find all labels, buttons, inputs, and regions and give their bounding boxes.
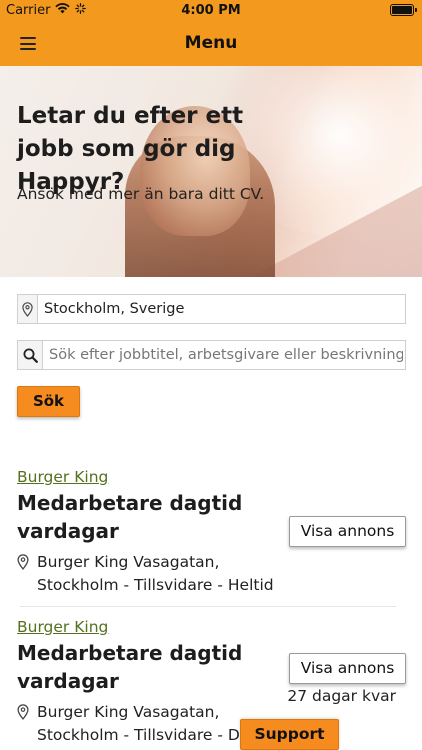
query-input-wrap bbox=[42, 341, 405, 369]
battery-icon bbox=[390, 4, 417, 16]
company-link[interactable]: Burger King bbox=[17, 468, 406, 486]
status-right bbox=[390, 4, 417, 16]
status-bar: Carrier 4:00 PM bbox=[0, 0, 422, 22]
job-location-text: Burger King Vasagatan, Stockholm - Tills… bbox=[37, 551, 274, 597]
job-location-line1: Burger King Vasagatan, bbox=[37, 703, 220, 721]
hero-title-line1: Letar du efter ett bbox=[17, 103, 244, 129]
job-card: Burger King Medarbetare dagtid vardagar … bbox=[17, 618, 406, 747]
location-pin-icon bbox=[17, 701, 37, 747]
view-ad-button[interactable]: Visa annons bbox=[289, 653, 406, 684]
job-location-line2: Stockholm - Tillsvidare - Heltid bbox=[37, 576, 274, 594]
location-pin-icon bbox=[18, 295, 38, 323]
job-location-line2: Stockholm - Tillsvidare - Deltid bbox=[37, 726, 274, 744]
job-location-line1: Burger King Vasagatan, bbox=[37, 553, 220, 571]
search-button[interactable]: Sök bbox=[17, 386, 80, 417]
job-divider bbox=[20, 606, 396, 607]
job-title[interactable]: Medarbetare dagtid vardagar bbox=[17, 489, 267, 545]
hero-subtitle: Ansök med mer än bara ditt CV. bbox=[17, 185, 265, 203]
job-location: Burger King Vasagatan, Stockholm - Tills… bbox=[17, 701, 406, 747]
location-input[interactable] bbox=[38, 301, 398, 317]
query-input[interactable] bbox=[43, 347, 403, 363]
view-ad-button[interactable]: Visa annons bbox=[289, 516, 406, 547]
company-link[interactable]: Burger King bbox=[17, 618, 406, 636]
nav-title: Menu bbox=[184, 33, 238, 53]
status-time: 4:00 PM bbox=[181, 3, 241, 18]
job-card: Burger King Medarbetare dagtid vardagar … bbox=[17, 468, 406, 597]
job-location: Burger King Vasagatan, Stockholm - Tills… bbox=[17, 551, 406, 597]
query-field[interactable] bbox=[17, 340, 406, 370]
job-title[interactable]: Medarbetare dagtid vardagar bbox=[17, 639, 267, 695]
nav-bar: Menu bbox=[0, 22, 422, 66]
days-left-label: 27 dagar kvar bbox=[287, 687, 396, 705]
support-button[interactable]: Support bbox=[240, 719, 339, 750]
job-location-text: Burger King Vasagatan, Stockholm - Tills… bbox=[37, 701, 274, 747]
search-icon bbox=[18, 341, 42, 369]
location-field[interactable] bbox=[17, 294, 406, 324]
location-pin-icon bbox=[17, 551, 37, 597]
